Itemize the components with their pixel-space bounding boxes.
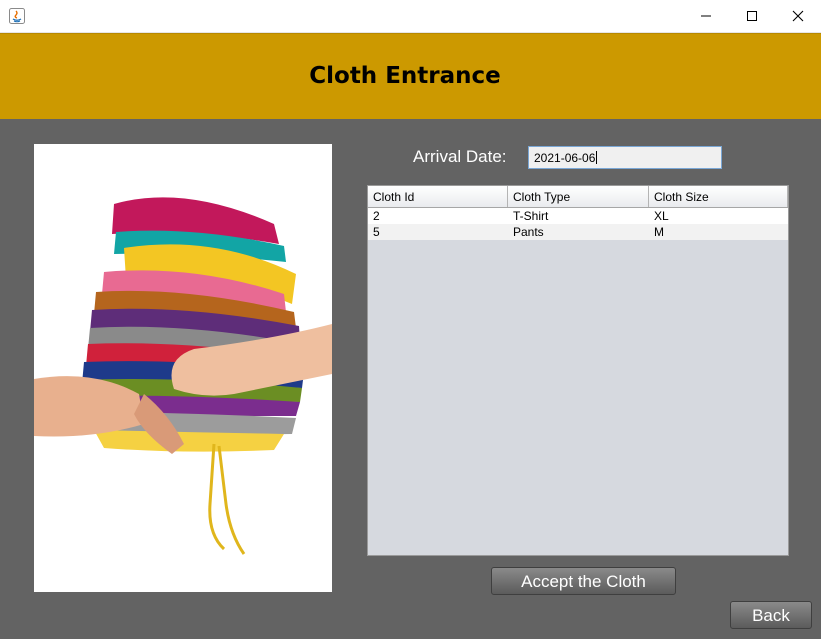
cell-cloth-size: XL: [654, 209, 669, 223]
minimize-icon: [701, 15, 711, 17]
accept-cloth-button[interactable]: Accept the Cloth: [491, 567, 676, 595]
cloth-table[interactable]: Cloth Id Cloth Type Cloth Size 2 T-Shirt…: [367, 185, 789, 556]
cell-cloth-type: T-Shirt: [513, 209, 549, 223]
cell-cloth-id: 2: [373, 209, 380, 223]
table-row[interactable]: 5 Pants M: [368, 224, 788, 240]
cell-cloth-id: 5: [373, 225, 380, 239]
text-cursor: [596, 151, 598, 164]
clothes-photo: [34, 144, 332, 592]
cell-cloth-type: Pants: [513, 225, 544, 239]
close-button[interactable]: [775, 0, 821, 32]
table-row[interactable]: 2 T-Shirt XL: [368, 208, 788, 224]
maximize-button[interactable]: [729, 0, 775, 32]
column-header-cloth-id[interactable]: Cloth Id: [368, 186, 508, 207]
column-header-cloth-type[interactable]: Cloth Type: [508, 186, 649, 207]
column-header-cloth-size[interactable]: Cloth Size: [649, 186, 788, 207]
main-panel: Arrival Date: 2021-06-06 Cloth Id Cloth …: [0, 119, 821, 639]
table-header: Cloth Id Cloth Type Cloth Size: [368, 186, 788, 208]
close-icon: [792, 10, 804, 22]
minimize-button[interactable]: [683, 0, 729, 32]
header-banner: Cloth Entrance: [0, 33, 821, 120]
arrival-date-value: 2021-06-06: [534, 151, 596, 165]
title-bar: [0, 0, 821, 33]
arrival-date-label: Arrival Date:: [413, 147, 507, 166]
back-button[interactable]: Back: [730, 601, 812, 629]
cell-cloth-size: M: [654, 225, 664, 239]
java-app-icon: [9, 8, 25, 24]
maximize-icon: [747, 11, 757, 21]
page-title: Cloth Entrance: [309, 63, 501, 89]
arrival-date-input[interactable]: 2021-06-06: [528, 146, 722, 169]
